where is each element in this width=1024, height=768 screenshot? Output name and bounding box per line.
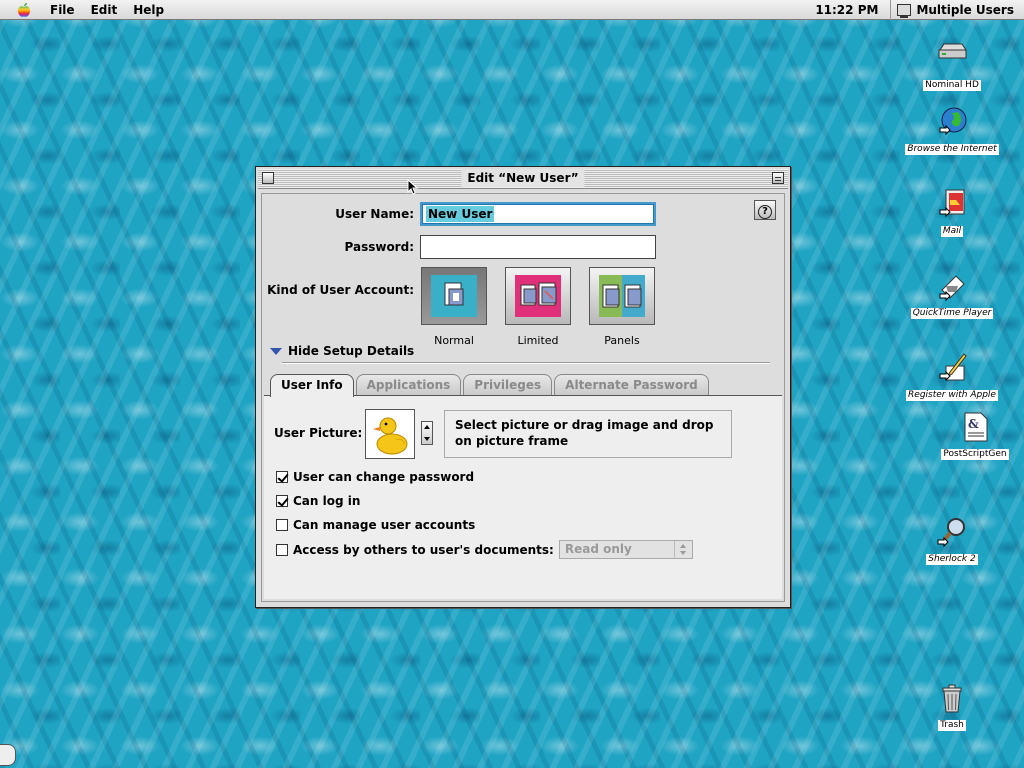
tab-bar: User Info Applications Privileges Altern… — [270, 374, 711, 397]
menu-bar: File Edit Help 11:22 PM Multiple Users — [0, 0, 1024, 20]
access-level-popup[interactable]: Read only — [558, 540, 693, 559]
apple-menu-icon[interactable] — [16, 2, 32, 18]
desktop-icon-quicktime[interactable]: QuickTime Player — [897, 270, 1007, 319]
user-picture-label: User Picture: — [274, 426, 363, 440]
checkbox-unchecked[interactable] — [276, 519, 288, 531]
desktop-icon-label: Browse the Internet — [905, 144, 999, 155]
hard-drive-icon — [936, 42, 968, 74]
menu-file[interactable]: File — [42, 0, 83, 20]
user-name-label: User Name: — [335, 207, 414, 221]
magnifier-icon — [936, 516, 968, 548]
desktop-icon-hard-drive[interactable]: Nominal HD — [897, 42, 1007, 91]
checkbox-checked[interactable] — [276, 471, 288, 483]
close-box-button[interactable] — [262, 172, 274, 184]
tab-privileges[interactable]: Privileges — [463, 374, 553, 396]
svg-text:&: & — [968, 417, 979, 431]
application-name: Multiple Users — [916, 2, 1014, 17]
account-kind-panels-button[interactable] — [589, 267, 655, 325]
help-icon: ? — [758, 205, 772, 219]
desktop-icon-label: QuickTime Player — [910, 308, 994, 319]
quicktime-icon — [936, 270, 968, 302]
document-icon: & — [959, 411, 991, 443]
popup-arrows-icon — [673, 541, 692, 558]
password-field[interactable] — [420, 235, 656, 259]
checkbox-checked[interactable] — [276, 495, 288, 507]
kind-of-account-label: Kind of User Account: — [267, 283, 414, 297]
desktop-icon-postscriptgen[interactable]: & PostScriptGen — [920, 411, 1024, 460]
application-icon — [897, 3, 912, 18]
picture-hint-text: Select picture or drag image and drop on… — [444, 410, 732, 458]
account-kind-limited-label: Limited — [517, 334, 559, 347]
disclosure-triangle-icon — [270, 347, 282, 355]
separator — [282, 362, 770, 364]
tab-user-info[interactable]: User Info — [270, 374, 354, 397]
password-label: Password: — [344, 240, 415, 254]
option-can-log-in[interactable]: Can log in — [276, 494, 360, 508]
tab-applications[interactable]: Applications — [355, 374, 462, 396]
desktop-icon-mail[interactable]: Mail — [897, 188, 1007, 237]
hide-setup-details-label: Hide Setup Details — [288, 344, 415, 358]
desktop-icon-label: Mail — [940, 226, 964, 237]
mail-icon — [936, 188, 968, 220]
option-label: User can change password — [293, 470, 475, 484]
menu-clock[interactable]: 11:22 PM — [803, 0, 892, 20]
menu-help[interactable]: Help — [125, 0, 172, 20]
option-label: Can manage user accounts — [293, 518, 476, 532]
user-info-pane: User Picture: Select picture or drag ima… — [264, 395, 782, 599]
desktop-icon-register[interactable]: Register with Apple — [897, 352, 1007, 401]
trash-icon — [936, 682, 968, 714]
desktop-icon-browse-internet[interactable]: Browse the Internet — [897, 106, 1007, 155]
window-content: User Name: New User ? Password: Kind of … — [261, 193, 785, 602]
desktop-icon-label: Register with Apple — [906, 390, 998, 401]
menu-edit[interactable]: Edit — [83, 0, 126, 20]
desktop-icon-label: Nominal HD — [923, 80, 981, 91]
mouse-pointer-icon — [407, 178, 419, 195]
control-strip-tab[interactable] — [0, 744, 16, 766]
desktop-icon-label: Trash — [938, 720, 966, 731]
collapse-box-button[interactable] — [772, 172, 784, 184]
option-label: Can log in — [293, 494, 361, 508]
edit-user-window: Edit “New User” User Name: New User ? Pa… — [255, 166, 791, 608]
checkbox-unchecked[interactable] — [276, 543, 288, 556]
desktop-icon-trash[interactable]: Trash — [897, 682, 1007, 731]
desktop-icon-sherlock[interactable]: Sherlock 2 — [897, 516, 1007, 565]
tab-alternate-password[interactable]: Alternate Password — [554, 374, 709, 396]
option-label: Access by others to user's documents: — [293, 542, 554, 557]
option-can-manage-user-accounts[interactable]: Can manage user accounts — [276, 518, 475, 532]
user-picture-frame[interactable] — [365, 409, 415, 459]
option-user-can-change-password[interactable]: User can change password — [276, 470, 474, 484]
access-level-value: Read only — [564, 542, 632, 556]
user-picture-stepper[interactable] — [421, 421, 433, 445]
window-title: Edit “New User” — [461, 169, 585, 187]
user-name-field[interactable]: New User — [420, 202, 656, 226]
desktop-icon-label: PostScriptGen — [941, 449, 1009, 460]
desktop-icon-label: Sherlock 2 — [926, 554, 978, 565]
option-access-by-others[interactable]: Access by others to user's documents: Re… — [276, 540, 693, 559]
rubber-duck-icon — [373, 417, 408, 455]
application-menu[interactable]: Multiple Users — [891, 0, 1024, 20]
account-kind-normal-label: Normal — [434, 334, 474, 347]
register-icon — [936, 352, 968, 384]
help-button[interactable]: ? — [754, 200, 776, 220]
normal-account-icon — [431, 275, 477, 317]
limited-account-icon — [515, 275, 561, 317]
hide-setup-details-toggle[interactable]: Hide Setup Details — [270, 344, 414, 358]
account-kind-normal-button[interactable] — [421, 267, 487, 325]
user-name-value: New User — [426, 206, 495, 222]
window-titlebar[interactable]: Edit “New User” — [258, 169, 788, 189]
account-kind-limited-button[interactable] — [505, 267, 571, 325]
panels-account-icon — [599, 275, 645, 317]
globe-icon — [936, 106, 968, 138]
account-kind-panels-label: Panels — [604, 334, 640, 347]
